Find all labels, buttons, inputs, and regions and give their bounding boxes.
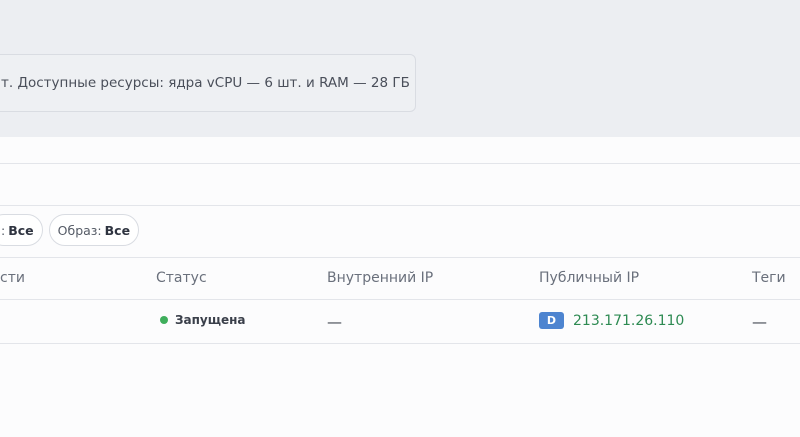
public-ip-cell: D 213.171.26.110 bbox=[539, 312, 684, 329]
column-header-name[interactable]: сти bbox=[0, 270, 25, 286]
status-dot-icon bbox=[160, 316, 168, 324]
column-header-internal-ip[interactable]: Внутренний IP bbox=[327, 270, 433, 286]
public-ip-link[interactable]: 213.171.26.110 bbox=[573, 313, 684, 329]
filter-chip-generic[interactable]: : Все bbox=[0, 214, 43, 246]
status-cell: Запущена bbox=[160, 313, 246, 327]
resource-info-text: т. Доступные ресурсы: ядра vCPU — 6 шт. … bbox=[1, 75, 410, 91]
filter-chip-value: Все bbox=[104, 222, 131, 238]
filter-chip-label: : bbox=[1, 222, 6, 238]
internal-ip-value: — bbox=[327, 313, 342, 331]
divider bbox=[0, 343, 800, 344]
column-header-public-ip[interactable]: Публичный IP bbox=[539, 270, 639, 286]
filter-chip-value: Все bbox=[8, 222, 34, 238]
filter-chip-label: Образ: bbox=[57, 222, 102, 238]
ip-type-badge: D bbox=[539, 312, 564, 329]
filter-chip-image[interactable]: Образ: Все bbox=[48, 214, 140, 246]
column-header-status[interactable]: Статус bbox=[156, 270, 207, 286]
divider bbox=[0, 205, 800, 206]
filter-bar: : Все Образ: Все bbox=[0, 214, 140, 248]
resource-info-box: т. Доступные ресурсы: ядра vCPU — 6 шт. … bbox=[0, 54, 416, 112]
divider bbox=[0, 257, 800, 258]
top-info-area: т. Доступные ресурсы: ядра vCPU — 6 шт. … bbox=[0, 0, 800, 137]
tags-value: — bbox=[752, 313, 767, 331]
column-header-tags[interactable]: Теги bbox=[752, 270, 786, 286]
divider bbox=[0, 299, 800, 300]
status-text: Запущена bbox=[175, 313, 246, 327]
divider bbox=[0, 163, 800, 164]
